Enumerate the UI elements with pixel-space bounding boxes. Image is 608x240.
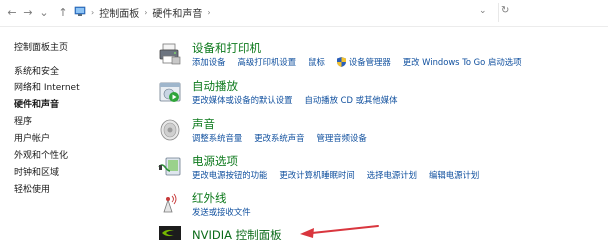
- mouse-link[interactable]: 鼠标: [308, 56, 325, 68]
- autoplay-links: 更改媒体或设备的默认设置 自动播放 CD 或其他媒体: [192, 94, 410, 106]
- devices-printers-title[interactable]: 设备和打印机: [192, 40, 261, 56]
- nav-item-hardware-sound[interactable]: 硬件和声音: [14, 97, 59, 110]
- nvidia-icon: [158, 225, 182, 240]
- breadcrumb[interactable]: › 控制面板 › 硬件和声音 ›: [74, 3, 486, 22]
- address-bar: ← → ⌄ ↑ › 控制面板 › 硬件和声音 › ⌄ ↻: [0, 0, 608, 27]
- change-media-default-link[interactable]: 更改媒体或设备的默认设置: [192, 94, 293, 106]
- up-arrow-icon: ↑: [58, 5, 68, 19]
- nav-item-programs[interactable]: 程序: [14, 114, 32, 127]
- advanced-printer-settings-link[interactable]: 高级打印机设置: [238, 56, 297, 68]
- infrared-links: 发送或接收文件: [192, 206, 263, 218]
- forward-button[interactable]: →: [20, 4, 36, 20]
- change-sleep-time-link[interactable]: 更改计算机睡眠时间: [279, 169, 354, 181]
- back-arrow-icon: ←: [7, 5, 17, 19]
- breadcrumb-separator-icon: ›: [207, 8, 211, 17]
- breadcrumb-hardware-and-sound[interactable]: 硬件和声音: [152, 5, 202, 20]
- nav-item-clock-region[interactable]: 时钟和区域: [14, 165, 59, 178]
- infrared-icon: [158, 192, 182, 216]
- power-options-title[interactable]: 电源选项: [192, 153, 238, 169]
- category-autoplay: 自动播放 更改媒体或设备的默认设置 自动播放 CD 或其他媒体: [158, 78, 608, 108]
- category-devices-printers: 设备和打印机 添加设备 高级打印机设置 鼠标 设备管理器 更改 Windows …: [158, 40, 608, 70]
- autoplay-title[interactable]: 自动播放: [192, 78, 238, 94]
- category-sound: 声音 调整系统音量 更改系统声音 管理音频设备: [158, 116, 608, 146]
- up-button[interactable]: ↑: [55, 4, 71, 20]
- uac-shield-icon: [336, 57, 346, 67]
- autoplay-icon: [158, 80, 182, 104]
- adjust-volume-link[interactable]: 调整系统音量: [192, 132, 242, 144]
- autoplay-cd-link[interactable]: 自动播放 CD 或其他媒体: [305, 94, 398, 106]
- infrared-title[interactable]: 红外线: [192, 190, 227, 206]
- back-button[interactable]: ←: [4, 4, 20, 20]
- forward-arrow-icon: →: [23, 5, 33, 19]
- printer-icon: [158, 42, 182, 66]
- send-receive-files-link[interactable]: 发送或接收文件: [192, 206, 251, 218]
- power-options-links: 更改电源按钮的功能 更改计算机睡眠时间 选择电源计划 编辑电源计划: [192, 169, 491, 181]
- device-manager-link[interactable]: 设备管理器: [336, 56, 391, 68]
- category-infrared: 红外线 发送或接收文件: [158, 190, 608, 220]
- breadcrumb-separator-icon: ›: [144, 8, 148, 17]
- control-panel-home-link[interactable]: 控制面板主页: [14, 40, 68, 53]
- control-panel-folder-icon: [74, 5, 86, 20]
- nav-item-ease-of-access[interactable]: 轻松使用: [14, 182, 50, 195]
- power-button-function-link[interactable]: 更改电源按钮的功能: [192, 169, 267, 181]
- search-box[interactable]: ⌄ ↻: [479, 3, 607, 22]
- manage-audio-devices-link[interactable]: 管理音频设备: [317, 132, 367, 144]
- breadcrumb-control-panel[interactable]: 控制面板: [99, 5, 139, 20]
- sound-title[interactable]: 声音: [192, 116, 215, 132]
- windows-to-go-link[interactable]: 更改 Windows To Go 启动选项: [403, 56, 522, 68]
- breadcrumb-separator-icon: ›: [91, 8, 95, 17]
- add-device-link[interactable]: 添加设备: [192, 56, 226, 68]
- change-sounds-link[interactable]: 更改系统声音: [254, 132, 304, 144]
- refresh-icon[interactable]: ↻: [501, 5, 509, 16]
- devices-printers-links: 添加设备 高级打印机设置 鼠标 设备管理器 更改 Windows To Go 启…: [192, 56, 533, 68]
- nvidia-control-panel-title[interactable]: NVIDIA 控制面板: [192, 227, 282, 240]
- category-nvidia: NVIDIA 控制面板: [158, 225, 608, 240]
- address-dropdown-icon[interactable]: ⌄: [479, 6, 487, 16]
- annotation-arrow-icon: [300, 225, 379, 238]
- recent-locations-button[interactable]: ⌄: [36, 4, 52, 20]
- nav-item-network-internet[interactable]: 网络和 Internet: [14, 80, 80, 93]
- device-manager-label: 设备管理器: [348, 57, 391, 67]
- nav-item-appearance[interactable]: 外观和个性化: [14, 148, 68, 161]
- power-icon: [158, 155, 182, 179]
- control-panel-window: ← → ⌄ ↑ › 控制面板 › 硬件和声音 › ⌄ ↻ 控制面板主页 系统和安…: [0, 0, 608, 240]
- chevron-down-icon: ⌄: [39, 5, 49, 19]
- category-power-options: 电源选项 更改电源按钮的功能 更改计算机睡眠时间 选择电源计划 编辑电源计划: [158, 153, 608, 183]
- edit-power-plan-link[interactable]: 编辑电源计划: [429, 169, 479, 181]
- left-nav: 控制面板主页 系统和安全 网络和 Internet 硬件和声音 程序 用户帐户 …: [0, 26, 150, 240]
- nav-item-user-accounts[interactable]: 用户帐户: [14, 131, 50, 144]
- nav-item-system-security[interactable]: 系统和安全: [14, 64, 59, 77]
- speaker-icon: [158, 118, 182, 142]
- sound-links: 调整系统音量 更改系统声音 管理音频设备: [192, 132, 379, 144]
- choose-power-plan-link[interactable]: 选择电源计划: [367, 169, 417, 181]
